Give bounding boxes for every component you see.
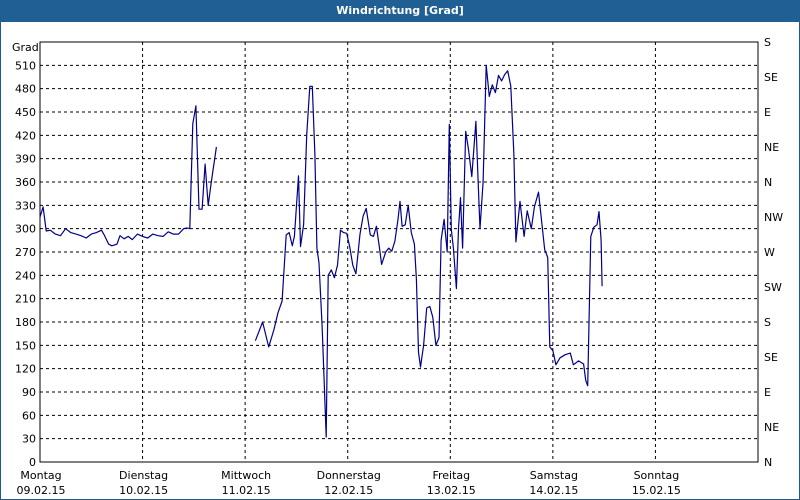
y-tick-label: 30: [22, 433, 36, 446]
x-tick-date: 15.02.15: [632, 484, 681, 497]
y-tick-label: 300: [15, 223, 36, 236]
right-axis-label: NE: [764, 141, 779, 154]
y-tick-label: 420: [15, 129, 36, 142]
y-tick-label: 270: [15, 246, 36, 259]
right-axis-label: NW: [764, 211, 783, 224]
x-tick-day: Dienstag: [119, 469, 168, 482]
y-tick-label: 510: [15, 59, 36, 72]
x-tick-day: Samstag: [530, 469, 578, 482]
x-tick-day: Montag: [20, 469, 61, 482]
right-axis-label: S: [764, 36, 771, 49]
y-tick-label: 450: [15, 106, 36, 119]
x-tick-day: Mittwoch: [221, 469, 271, 482]
right-axis-label: N: [764, 176, 772, 189]
plot-area: [39, 41, 759, 463]
x-tick-date: 12.02.15: [324, 484, 373, 497]
series-line: [39, 105, 217, 247]
y-tick-label: 480: [15, 83, 36, 96]
x-tick-day: Freitag: [432, 469, 470, 482]
right-axis-label: E: [764, 386, 771, 399]
right-axis-label: N: [764, 456, 772, 469]
y-axis-label: Grad: [12, 41, 39, 54]
y-tick-label: 0: [29, 456, 36, 469]
y-tick-label: 390: [15, 153, 36, 166]
x-tick-day: Sonntag: [634, 469, 680, 482]
y-tick-label: 60: [22, 409, 36, 422]
y-tick-label: 240: [15, 269, 36, 282]
x-tick-date: 09.02.15: [17, 484, 66, 497]
y-tick-label: 180: [15, 316, 36, 329]
y-tick-label: 150: [15, 339, 36, 352]
y-tick-label: 360: [15, 176, 36, 189]
right-axis-label: NE: [764, 421, 779, 434]
y-tick-label: 210: [15, 293, 36, 306]
x-tick-date: 11.02.15: [222, 484, 271, 497]
x-tick-day: Donnerstag: [317, 469, 381, 482]
series-line: [254, 64, 603, 438]
x-tick-date: 13.02.15: [427, 484, 476, 497]
wind-direction-chart: 0 30 60 90 120 150 180 210 240 270 300 330 360 390 420…: [12, 36, 783, 497]
right-axis-label: S: [764, 316, 771, 329]
right-axis-label: W: [764, 246, 775, 259]
y-tick-label: 90: [22, 386, 36, 399]
x-tick-date: 10.02.15: [119, 484, 168, 497]
right-axis-label: E: [764, 106, 771, 119]
x-tick-date: 14.02.15: [529, 484, 578, 497]
right-axis-label: SW: [764, 281, 782, 294]
y-tick-label: 330: [15, 199, 36, 212]
right-axis-label: SE: [764, 71, 778, 84]
right-axis-label: SE: [764, 351, 778, 364]
y-tick-label: 120: [15, 363, 36, 376]
